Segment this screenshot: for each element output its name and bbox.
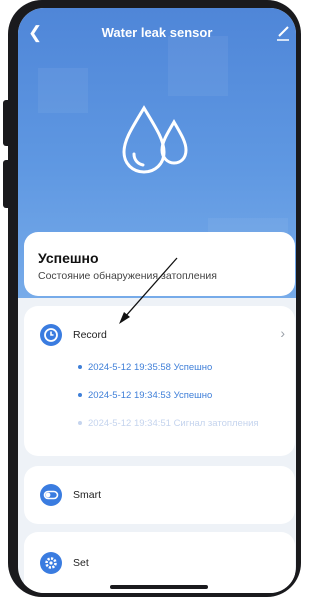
annotation-arrow [119,257,178,324]
